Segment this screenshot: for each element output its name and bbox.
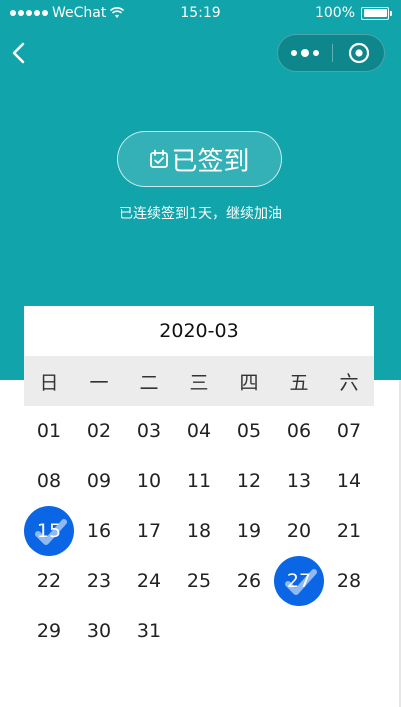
weekday-tue: 二 [139,371,159,394]
calendar-day-signed[interactable]: 15 [24,506,74,556]
day-number: 17 [136,520,162,542]
day-number: 09 [86,470,112,492]
battery-icon [361,6,392,20]
day-number: 30 [86,620,112,642]
day-number: 25 [186,570,212,592]
target-circle-icon [348,42,369,64]
calendar-day[interactable]: 25 [174,556,224,606]
calendar-day[interactable]: 23 [74,556,124,606]
more-dots-icon[interactable] [278,35,332,71]
day-number: 12 [236,470,262,492]
calendar-day[interactable]: 19 [224,506,274,556]
calendar: 2020-03 日 一 二 三 四 五 六 01 02 03 04 05 06 07 08 09… [24,306,374,656]
day-number: 10 [136,470,162,492]
day-number: 04 [186,420,212,442]
calendar-day[interactable]: 21 [324,506,374,556]
day-number: 26 [236,570,262,592]
day-number: 05 [236,420,262,442]
calendar-day[interactable]: 07 [324,406,374,456]
day-number: 11 [186,470,212,492]
day-number: 18 [186,520,212,542]
day-number: 23 [86,570,112,592]
checkmark-icon [285,569,317,595]
calendar-day[interactable]: 22 [24,556,74,606]
weekday-mon: 一 [89,371,109,394]
calendar-day[interactable]: 06 [274,406,324,456]
day-number: 31 [136,620,162,642]
close-button[interactable] [333,35,384,71]
calendar-day[interactable]: 26 [224,556,274,606]
calendar-day[interactable]: 09 [74,456,124,506]
chevron-left-icon[interactable] [8,38,30,68]
calendar-day[interactable]: 01 [24,406,74,456]
calendar-day[interactable]: 16 [74,506,124,556]
battery-fill [363,9,387,17]
streak-message: 已连续签到1天，继续加油 [119,206,282,222]
calendar-day[interactable]: 29 [24,606,74,656]
calendar-day[interactable]: 08 [24,456,74,506]
weekday-sat: 六 [339,371,359,394]
calendar-day[interactable]: 14 [324,456,374,506]
calendar-day[interactable]: 30 [74,606,124,656]
day-number: 21 [336,520,362,542]
calendar-day[interactable]: 24 [124,556,174,606]
calendar-days: 01 02 03 04 05 06 07 08 09 10 11 12 13 14 15 16 17 18 19 20… [24,406,374,656]
day-number: 20 [286,520,312,542]
day-number: 02 [86,420,112,442]
checkmark-icon [35,519,67,545]
day-number: 03 [136,420,162,442]
calendar-day[interactable]: 17 [124,506,174,556]
day-number: 13 [286,470,312,492]
weekday-wed: 三 [189,371,209,394]
calendar-check-icon [150,149,169,168]
status-right: 100% [314,5,392,21]
weekday-row: 日 一 二 三 四 五 六 [24,356,374,406]
day-number: 24 [136,570,162,592]
battery-percent: 100% [314,5,355,21]
day-number: 06 [286,420,312,442]
status-bar: WeChat 15:19 100% [0,0,401,28]
calendar-day[interactable]: 28 [324,556,374,606]
day-number: 22 [36,570,62,592]
day-number: 01 [36,420,62,442]
day-number: 29 [36,620,62,642]
day-number: 14 [336,470,362,492]
calendar-day[interactable]: 13 [274,456,324,506]
calendar-day[interactable]: 05 [224,406,274,456]
day-number: 19 [236,520,262,542]
signed-in-badge[interactable]: 已签到 [117,131,282,187]
weekday-sun: 日 [39,371,59,394]
calendar-day[interactable]: 11 [174,456,224,506]
mini-program-capsule [277,34,385,72]
calendar-day[interactable]: 02 [74,406,124,456]
day-number: 16 [86,520,112,542]
checkin-page: WeChat 15:19 100% 已签到 已连续签到1天，继续加油 2020-… [0,0,401,707]
calendar-day-signed[interactable]: 27 [274,556,324,606]
calendar-day[interactable]: 10 [124,456,174,506]
calendar-day[interactable]: 18 [174,506,224,556]
signed-in-label: 已签到 [171,146,250,177]
day-number: 07 [336,420,362,442]
day-number: 28 [336,570,362,592]
calendar-month: 2020-03 [159,320,239,342]
calendar-day[interactable]: 12 [224,456,274,506]
calendar-day[interactable]: 03 [124,406,174,456]
calendar-day[interactable]: 20 [274,506,324,556]
calendar-day[interactable]: 31 [124,606,174,656]
day-number: 08 [36,470,62,492]
calendar-day[interactable]: 04 [174,406,224,456]
weekday-fri: 五 [289,371,309,394]
weekday-thu: 四 [239,371,259,394]
